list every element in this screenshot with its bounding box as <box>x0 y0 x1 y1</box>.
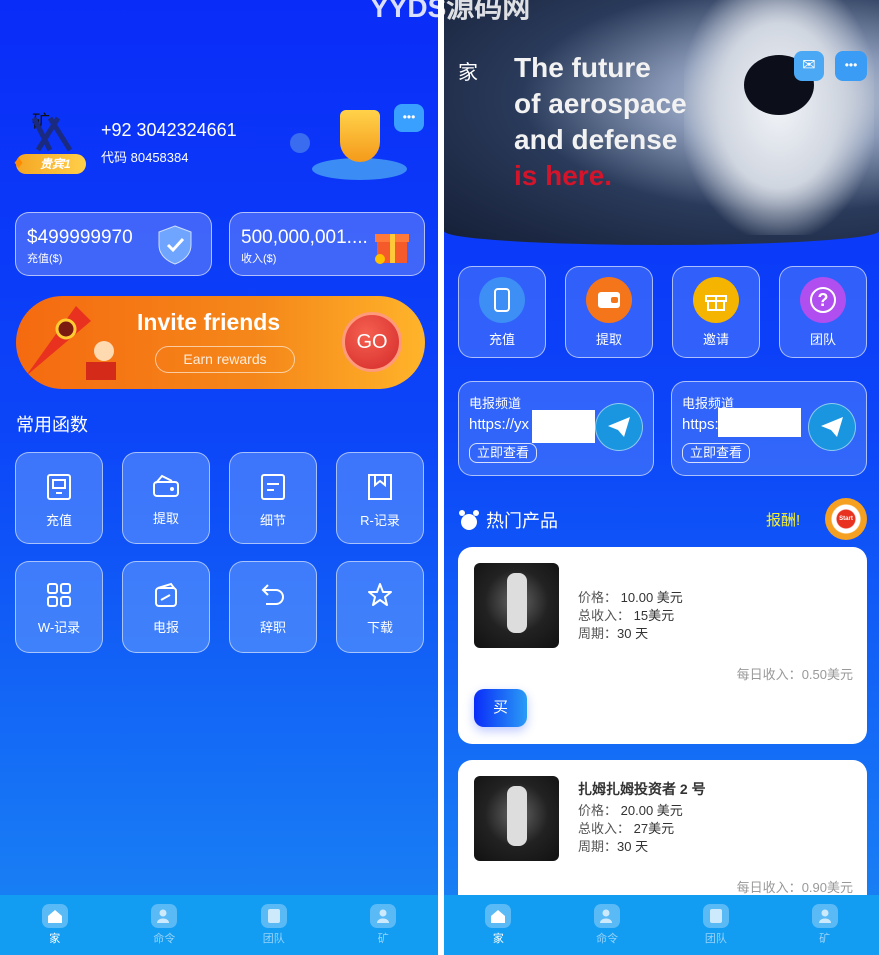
document-icon <box>261 474 285 500</box>
nav-team[interactable]: 团队 <box>219 895 329 955</box>
view-now-button[interactable]: 立即查看 <box>682 443 751 463</box>
astronaut-image <box>684 0 874 235</box>
add-user-icon <box>151 904 178 928</box>
bottom-nav: 家 命令 团队 矿 <box>0 895 438 955</box>
nav-home[interactable]: 家 <box>0 895 110 955</box>
function-withdraw[interactable]: 提取 <box>122 452 210 544</box>
buy-button[interactable]: 买 <box>474 689 527 727</box>
user-icon <box>370 904 397 928</box>
nav-mine[interactable]: 矿 <box>770 895 879 955</box>
telegram-icon <box>808 403 856 451</box>
nav-mine[interactable]: 矿 <box>329 895 439 955</box>
earn-rewards-button[interactable]: Earn rewards <box>155 346 295 373</box>
bottom-nav: 家 命令 团队 矿 <box>444 895 879 955</box>
profile-screen: 矿 ♦ 贵宾1 +92 3042324661 代码 80458384 ••• $… <box>0 0 438 955</box>
vip-badge: ♦ 贵宾1 <box>14 152 86 174</box>
list-icon <box>260 904 287 928</box>
list-icon <box>702 904 729 928</box>
rocket-icon <box>26 306 116 380</box>
help-icon: ? <box>800 277 846 323</box>
nav-orders[interactable]: 命令 <box>110 895 220 955</box>
invite-code: 代码 80458384 <box>101 150 189 165</box>
daily-income: 每日收入：0.90美元 <box>736 880 853 895</box>
lucky-wheel-button[interactable]: Start <box>825 498 867 540</box>
redaction <box>532 410 595 443</box>
home-icon <box>41 904 68 928</box>
redaction <box>718 408 801 437</box>
price: 价格： 10.00 美元 <box>578 590 683 605</box>
home-screen: 家 The future of aerospace and defense is… <box>444 0 879 955</box>
reward-label[interactable]: 报酬! <box>766 509 800 530</box>
add-user-icon <box>594 904 621 928</box>
function-recharge[interactable]: 充值 <box>15 452 103 544</box>
function-download[interactable]: 下载 <box>336 561 424 653</box>
quick-invite[interactable]: 邀请 <box>672 266 760 358</box>
go-button[interactable]: GO <box>342 312 402 372</box>
section-title: 常用函数 <box>16 415 88 435</box>
function-telegram[interactable]: 电报 <box>122 561 210 653</box>
period: 周期：30 天 <box>578 839 649 854</box>
nav-team[interactable]: 团队 <box>662 895 771 955</box>
invite-title: Invite friends <box>137 309 281 335</box>
function-r-record[interactable]: R-记录 <box>336 452 424 544</box>
phone-number: +92 3042324661 <box>101 120 237 140</box>
balance-card-income[interactable]: 500,000,001.... 收入($) <box>229 212 425 276</box>
phone-icon <box>479 277 525 323</box>
security-illustration: ••• <box>290 100 425 185</box>
robot-image <box>474 776 559 861</box>
quick-recharge[interactable]: 充值 <box>458 266 546 358</box>
recharge-balance: $499999970 <box>27 227 133 248</box>
recharge-icon <box>47 474 71 500</box>
medal-icon <box>459 510 479 530</box>
recharge-label: 充值($) <box>27 253 63 265</box>
telegram-channel-2[interactable]: 电报频道 https: 立即查看 <box>671 381 867 476</box>
diamond-icon: ♦ <box>14 152 24 172</box>
mail-icon[interactable]: ✉ <box>794 51 824 81</box>
home-label: 家 <box>458 62 478 84</box>
income-label: 收入($) <box>241 253 277 265</box>
wallet-icon <box>586 277 632 323</box>
bookmark-icon <box>368 474 392 500</box>
banner-headline: The future of aerospace and defense is h… <box>514 52 687 191</box>
product-name: 扎姆扎姆投资者 2 号 <box>578 781 706 797</box>
chat-icon[interactable]: ••• <box>835 51 867 81</box>
telegram-icon <box>595 403 643 451</box>
nav-home[interactable]: 家 <box>444 895 553 955</box>
income-balance: 500,000,001.... <box>241 227 368 248</box>
shield-check-icon <box>158 225 192 265</box>
home-icon <box>485 904 512 928</box>
robot-image <box>474 563 559 648</box>
card-icon <box>155 582 177 607</box>
hot-products-header: 热门产品 <box>458 507 558 533</box>
total-income: 总收入： 27美元 <box>578 821 675 836</box>
nav-orders[interactable]: 命令 <box>553 895 662 955</box>
quick-team[interactable]: ? 团队 <box>779 266 867 358</box>
balance-card-recharge[interactable]: $499999970 充值($) <box>15 212 212 276</box>
function-w-record[interactable]: W-记录 <box>15 561 103 653</box>
channel-url: https://yx <box>469 416 530 433</box>
grid-icon <box>47 583 71 607</box>
daily-income: 每日收入：0.50美元 <box>736 667 853 682</box>
logo-icon <box>31 116 73 152</box>
wallet-icon <box>153 474 179 497</box>
watermark: YYDS源码网 <box>370 0 531 23</box>
user-icon <box>811 904 838 928</box>
quick-withdraw[interactable]: 提取 <box>565 266 653 358</box>
function-resign[interactable]: 辞职 <box>229 561 317 653</box>
total-income: 总收入： 15美元 <box>578 608 675 623</box>
gift-icon <box>375 234 409 264</box>
aerospace-banner[interactable]: 家 The future of aerospace and defense is… <box>444 0 879 245</box>
telegram-channel-1[interactable]: 电报频道 https://yx 立即查看 <box>458 381 654 476</box>
invite-friends-banner[interactable]: Invite friends Earn rewards GO <box>16 296 425 389</box>
price: 价格： 20.00 美元 <box>578 803 683 818</box>
product-card: 价格： 10.00 美元 总收入： 15美元 周期：30 天 每日收入：0.50… <box>458 547 867 744</box>
star-icon <box>368 583 392 606</box>
function-details[interactable]: 细节 <box>229 452 317 544</box>
undo-icon <box>261 584 284 605</box>
period: 周期：30 天 <box>578 626 649 641</box>
channel-url: https: <box>682 416 719 433</box>
gift-icon <box>693 277 739 323</box>
view-now-button[interactable]: 立即查看 <box>469 443 538 463</box>
